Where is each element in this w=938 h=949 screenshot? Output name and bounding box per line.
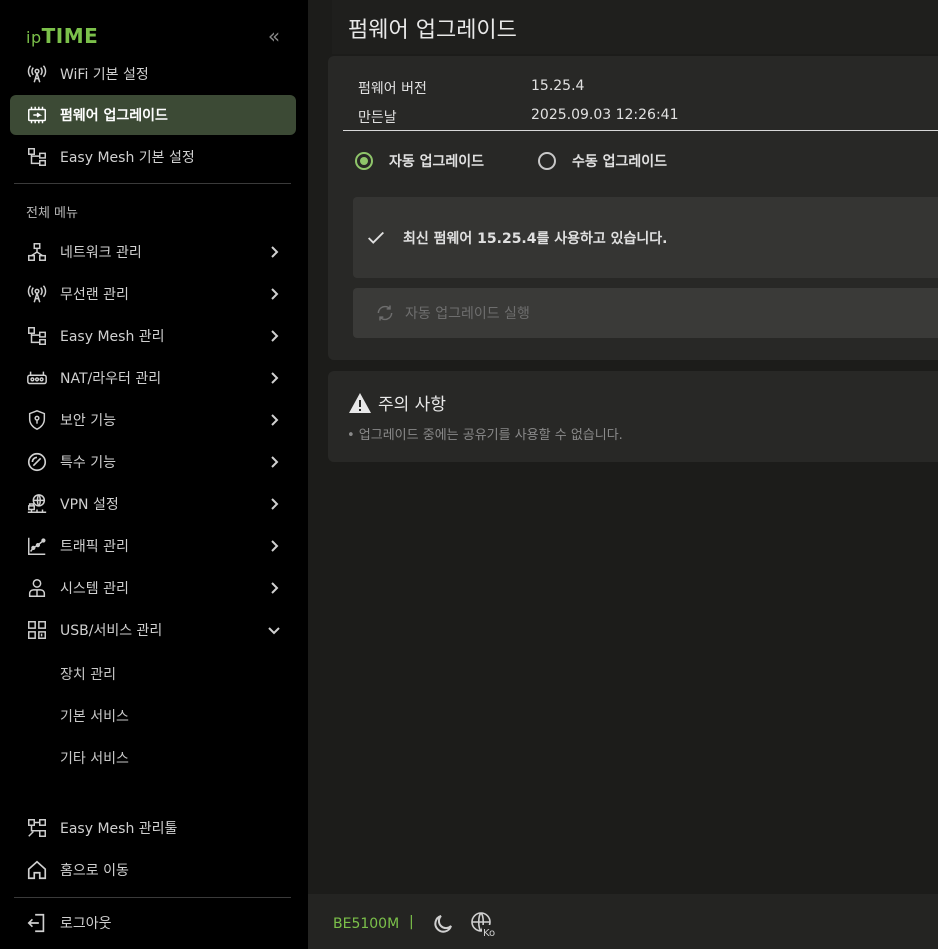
radio-circle bbox=[538, 152, 556, 170]
antenna-icon bbox=[26, 63, 48, 85]
language-globe-icon[interactable]: Ko bbox=[470, 911, 496, 937]
sidebar-item-easymesh-basic[interactable]: Easy Mesh 기본 설정 bbox=[10, 137, 296, 177]
chevron-right-icon bbox=[271, 330, 279, 342]
sidebar-item-wireless[interactable]: 무선랜 관리 bbox=[10, 274, 296, 314]
network-icon bbox=[26, 241, 48, 263]
model-name: BE5100M bbox=[333, 916, 400, 932]
build-date-value: 2025.09.03 12:26:41 bbox=[531, 107, 679, 123]
logout-icon bbox=[26, 912, 48, 934]
vpn-globe-icon bbox=[26, 493, 48, 515]
run-auto-upgrade-button[interactable]: 자동 업그레이드 실행 bbox=[353, 288, 938, 338]
sidebar-item-label: WiFi 기본 설정 bbox=[60, 67, 149, 83]
sidebar-item-security[interactable]: 보안 기능 bbox=[10, 400, 296, 440]
sidebar-item-label: 시스템 관리 bbox=[60, 581, 129, 597]
sidebar-item-label: Easy Mesh 기본 설정 bbox=[60, 150, 195, 166]
manual-upgrade-radio[interactable]: 수동 업그레이드 bbox=[538, 151, 667, 171]
sidebar-item-label: 보안 기능 bbox=[60, 413, 116, 429]
iptime-logo[interactable]: ipTIME bbox=[26, 24, 98, 48]
chevron-right-icon bbox=[271, 372, 279, 384]
sidebar-item-label: VPN 설정 bbox=[60, 497, 119, 513]
sidebar-item-label: 특수 기능 bbox=[60, 455, 116, 471]
sidebar-item-home[interactable]: 홈으로 이동 bbox=[10, 850, 296, 890]
home-icon bbox=[26, 859, 48, 881]
build-date-label: 만든날 bbox=[358, 110, 397, 126]
radio-circle bbox=[355, 152, 373, 170]
caution-item: • 업그레이드 중에는 공유기를 사용할 수 없습니다. bbox=[347, 428, 623, 443]
radio-label: 수동 업그레이드 bbox=[572, 154, 668, 170]
radio-label: 자동 업그레이드 bbox=[389, 154, 485, 170]
sidebar-item-vpn[interactable]: VPN 설정 bbox=[10, 484, 296, 524]
sidebar-item-label: 무선랜 관리 bbox=[60, 287, 129, 303]
info-divider bbox=[343, 130, 938, 131]
chevron-right-icon bbox=[271, 246, 279, 258]
sidebar-item-network[interactable]: 네트워크 관리 bbox=[10, 232, 296, 272]
sidebar-item-system[interactable]: 시스템 관리 bbox=[10, 568, 296, 608]
antenna-icon bbox=[26, 283, 48, 305]
collapse-sidebar-button[interactable]: « bbox=[262, 26, 286, 46]
footer-separator: | bbox=[409, 914, 414, 930]
traffic-chart-icon bbox=[26, 535, 48, 557]
page-title: 펌웨어 업그레이드 bbox=[348, 18, 517, 43]
sidebar-subitem-device[interactable]: 장치 관리 bbox=[60, 664, 116, 684]
warning-icon bbox=[349, 392, 371, 413]
sidebar-item-usb-services[interactable]: USB/서비스 관리 bbox=[10, 610, 296, 650]
caution-heading: 주의 사항 bbox=[348, 390, 446, 415]
chevron-right-icon bbox=[271, 582, 279, 594]
auto-upgrade-radio[interactable]: 자동 업그레이드 bbox=[355, 151, 484, 171]
language-badge: Ko bbox=[483, 928, 495, 937]
sidebar-subitem-basic-service[interactable]: 기본 서비스 bbox=[60, 706, 129, 726]
sidebar-item-firmware-upgrade[interactable]: 펌웨어 업그레이드 bbox=[10, 95, 296, 135]
sidebar-item-easymesh[interactable]: Easy Mesh 관리 bbox=[10, 316, 296, 356]
chevron-right-icon bbox=[271, 456, 279, 468]
dark-mode-moon-icon[interactable] bbox=[431, 912, 455, 936]
sidebar-item-easymesh-tool[interactable]: Easy Mesh 관리툴 bbox=[10, 808, 296, 848]
sidebar-subitem-other-service[interactable]: 기타 서비스 bbox=[60, 748, 129, 768]
status-message: 최신 펌웨어 15.25.4를 사용하고 있습니다. bbox=[403, 230, 668, 247]
sidebar-item-label: 로그아웃 bbox=[60, 916, 112, 932]
router-icon bbox=[26, 367, 48, 389]
sidebar-item-wifi-basic[interactable]: WiFi 기본 설정 bbox=[10, 54, 296, 94]
mesh-tree-icon bbox=[26, 325, 48, 347]
sidebar-item-label: Easy Mesh 관리 bbox=[60, 329, 165, 345]
sidebar-item-traffic[interactable]: 트래픽 관리 bbox=[10, 526, 296, 566]
mesh-tree-icon bbox=[26, 146, 48, 168]
chevron-right-icon bbox=[271, 498, 279, 510]
checkmark-icon bbox=[368, 231, 384, 244]
firmware-version-value: 15.25.4 bbox=[531, 78, 585, 94]
sidebar-item-label: NAT/라우터 관리 bbox=[60, 371, 162, 387]
system-user-icon bbox=[26, 577, 48, 599]
all-menu-heading: 전체 메뉴 bbox=[26, 206, 78, 221]
sidebar-item-label: 트래픽 관리 bbox=[60, 539, 129, 555]
sidebar-item-label: 펌웨어 업그레이드 bbox=[60, 108, 168, 124]
sidebar-divider bbox=[14, 897, 291, 898]
run-button-label: 자동 업그레이드 실행 bbox=[405, 306, 530, 322]
sidebar-item-label: Easy Mesh 관리툴 bbox=[60, 821, 178, 837]
chevron-right-icon bbox=[271, 288, 279, 300]
footer-bar bbox=[308, 894, 938, 949]
chevron-right-icon bbox=[271, 414, 279, 426]
sidebar-divider bbox=[14, 183, 291, 184]
sidebar-item-special[interactable]: 특수 기능 bbox=[10, 442, 296, 482]
sidebar-item-label: 네트워크 관리 bbox=[60, 245, 142, 261]
firmware-status-box: 최신 펌웨어 15.25.4를 사용하고 있습니다. bbox=[353, 197, 938, 278]
usb-services-icon bbox=[26, 619, 48, 641]
sidebar-item-label: 홈으로 이동 bbox=[60, 863, 129, 879]
shield-icon bbox=[26, 409, 48, 431]
refresh-icon bbox=[377, 305, 393, 321]
caution-title: 주의 사항 bbox=[378, 395, 446, 415]
sidebar-item-logout[interactable]: 로그아웃 bbox=[10, 903, 296, 943]
chevron-down-icon bbox=[268, 627, 280, 635]
chevron-right-icon bbox=[271, 540, 279, 552]
caution-panel bbox=[328, 371, 938, 462]
firmware-version-label: 펌웨어 버전 bbox=[358, 81, 427, 97]
mesh-tool-icon bbox=[26, 817, 48, 839]
sidebar-item-label: USB/서비스 관리 bbox=[60, 623, 163, 639]
firmware-chip-icon bbox=[26, 104, 48, 126]
gauge-icon bbox=[26, 451, 48, 473]
sidebar-item-nat-router[interactable]: NAT/라우터 관리 bbox=[10, 358, 296, 398]
